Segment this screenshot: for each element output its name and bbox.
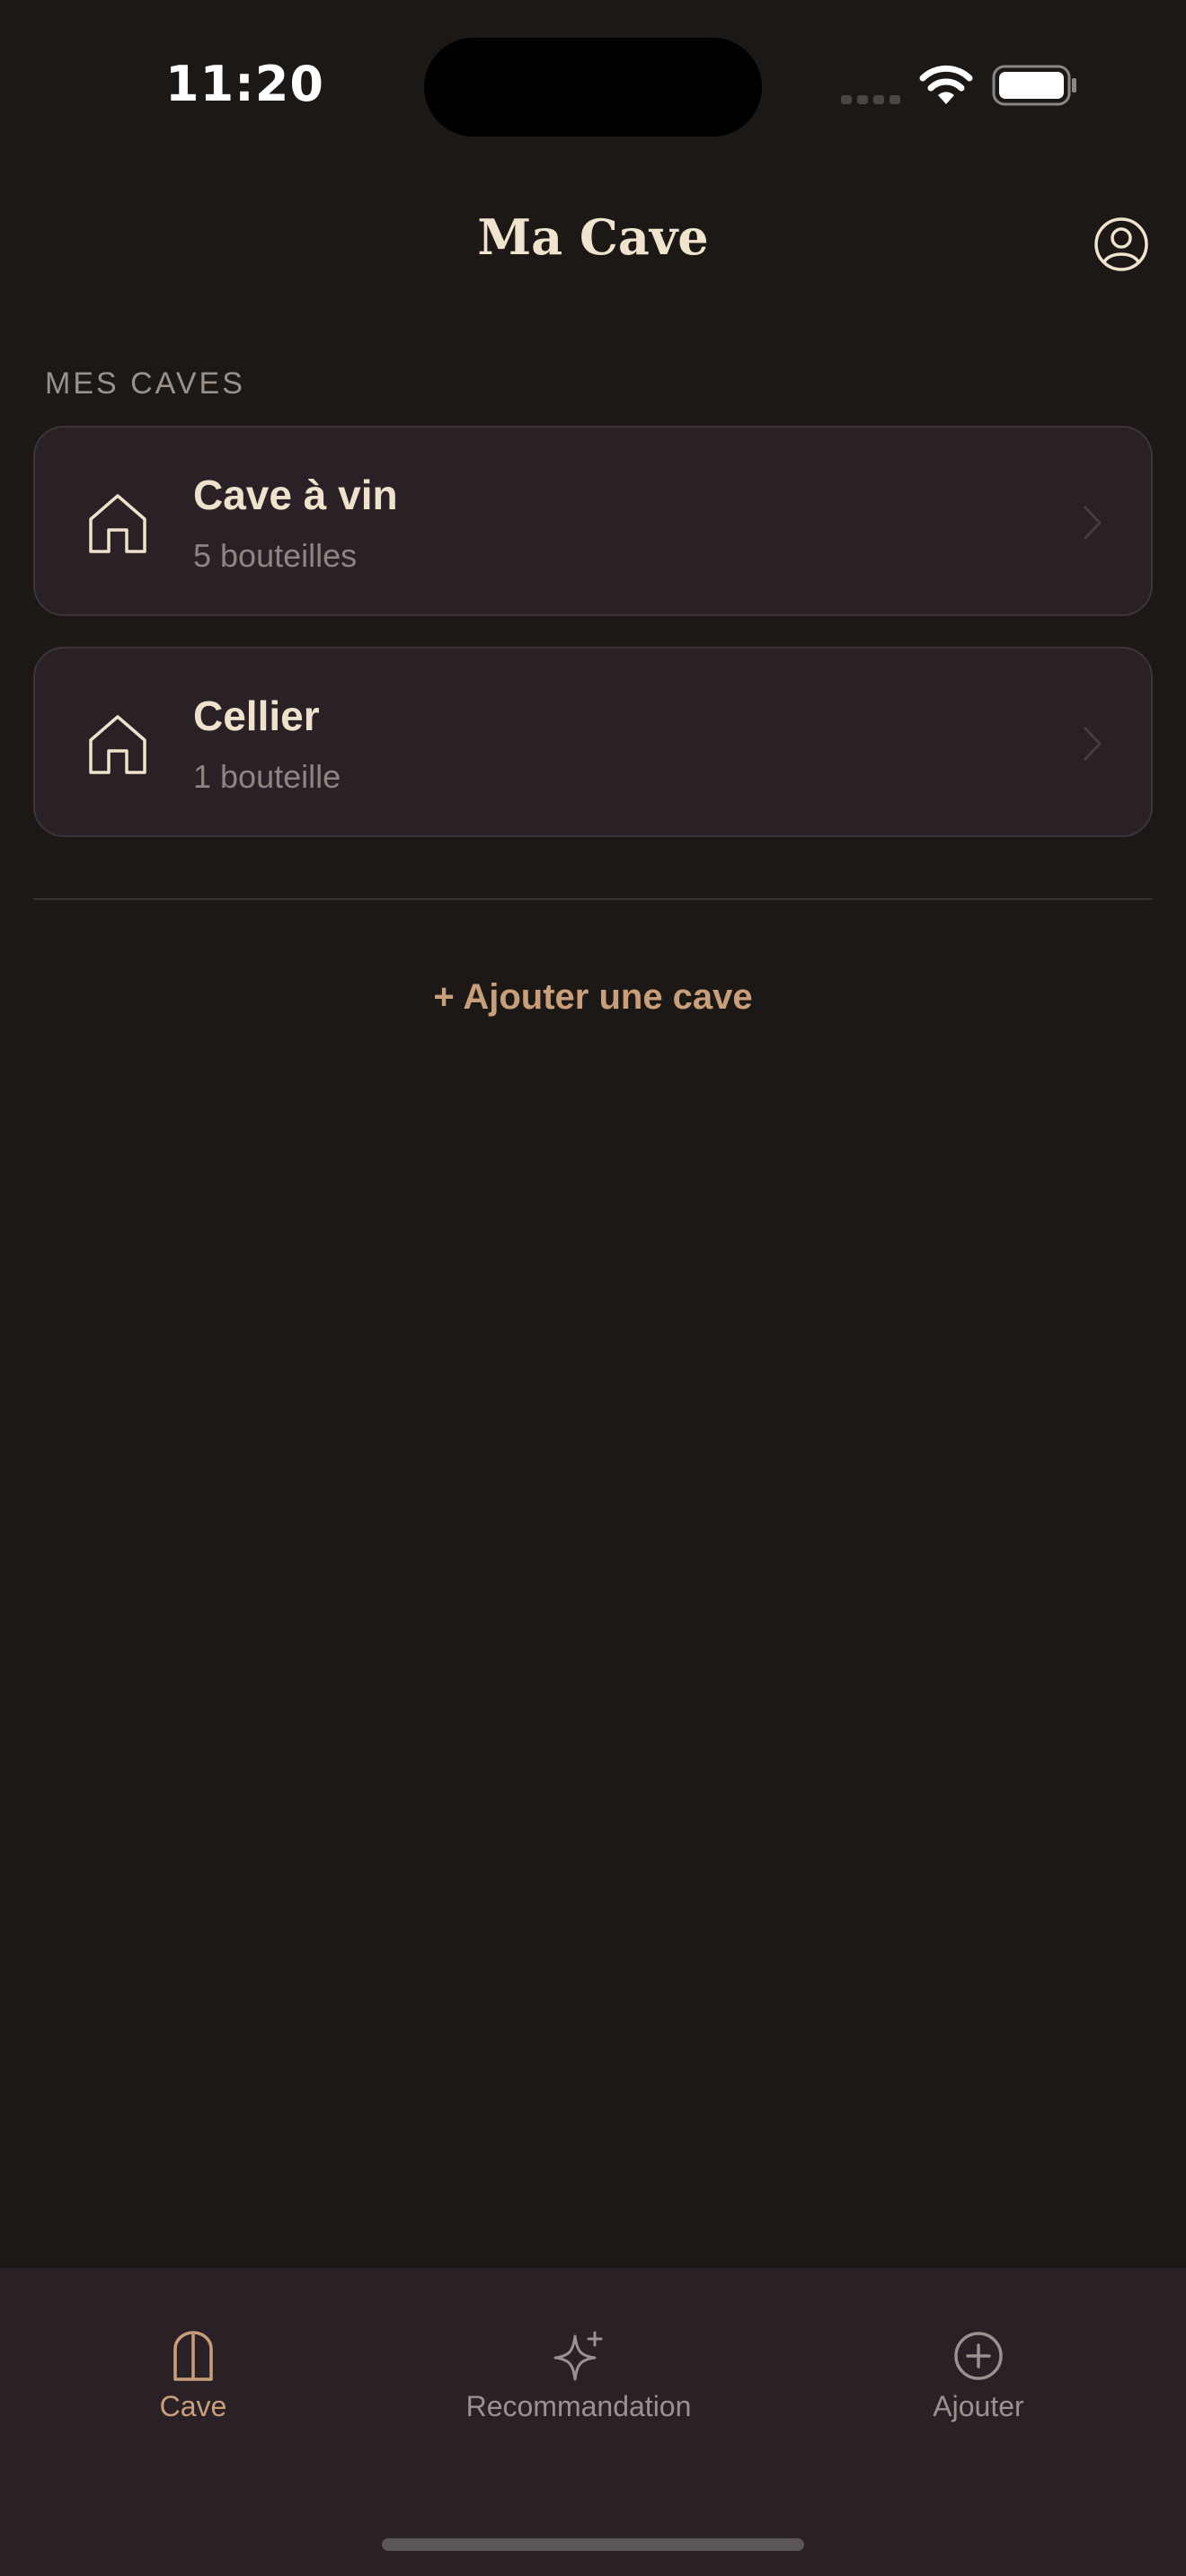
house-icon	[89, 494, 146, 553]
tab-ajouter[interactable]: Ajouter	[909, 2268, 1048, 2448]
chevron-right-icon	[1084, 727, 1102, 761]
cellular-signal-icon	[841, 95, 900, 104]
cellar-door-icon	[173, 2331, 213, 2381]
dynamic-island	[424, 38, 762, 137]
cellar-name: Cellier	[193, 693, 320, 739]
tab-recommandation[interactable]: Recommandation	[444, 2268, 713, 2448]
status-time: 11:20	[165, 56, 324, 112]
battery-icon	[992, 65, 1076, 106]
plus-circle-icon	[954, 2332, 1003, 2380]
cellar-card-cellier[interactable]: Cellier 1 bouteille	[33, 647, 1153, 837]
tab-label: Recommandation	[465, 2390, 692, 2422]
tab-bar: Cave Recommandation Ajouter	[0, 2268, 1186, 2576]
tab-cave[interactable]: Cave	[126, 2268, 261, 2448]
sparkles-icon	[553, 2331, 603, 2381]
profile-button[interactable]	[1093, 216, 1150, 273]
cellar-bottle-count: 5 bouteilles	[193, 537, 358, 574]
chevron-right-icon	[1084, 506, 1102, 540]
divider	[33, 898, 1153, 900]
tab-label: Ajouter	[933, 2390, 1024, 2422]
screen: 11:20 Ma Cave MES CAVES Cave à vin 5 bou…	[0, 0, 1186, 2576]
cellar-bottle-count: 1 bouteille	[193, 758, 341, 795]
tab-label: Cave	[159, 2390, 227, 2422]
cellar-card-cave-a-vin[interactable]: Cave à vin 5 bouteilles	[33, 426, 1153, 616]
section-label: MES CAVES	[45, 366, 245, 401]
home-indicator[interactable]	[382, 2538, 804, 2551]
add-cellar-button[interactable]: + Ajouter une cave	[0, 977, 1186, 1018]
cellar-name: Cave à vin	[193, 472, 398, 518]
wifi-icon	[919, 65, 973, 104]
person-circle-icon	[1094, 217, 1148, 271]
page-title: Ma Cave	[477, 208, 709, 266]
house-icon	[89, 715, 146, 774]
